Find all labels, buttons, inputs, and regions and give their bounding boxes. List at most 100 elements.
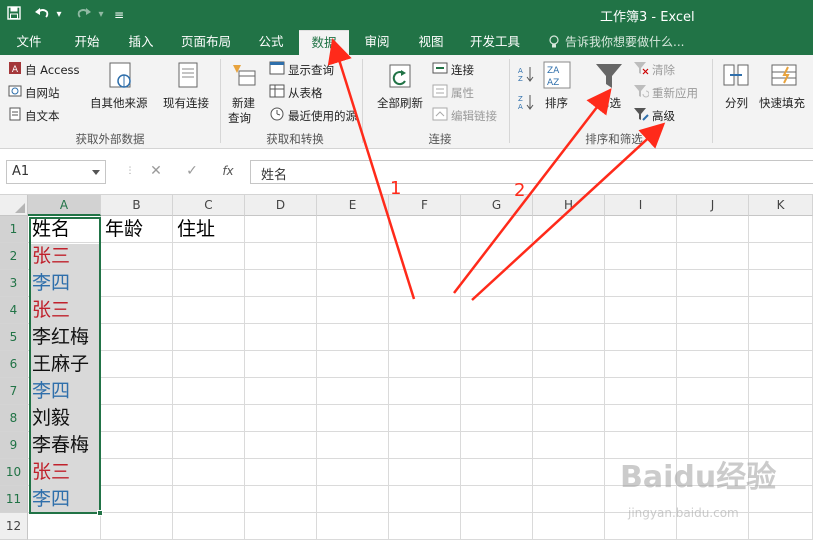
svg-text:Z: Z [518, 95, 523, 103]
tab-formulas[interactable]: 公式 [248, 30, 294, 55]
tab-home[interactable]: 开始 [64, 30, 110, 55]
advanced-filter-button[interactable]: 高级 [652, 108, 675, 124]
sort-ascending-icon[interactable]: AZ [517, 65, 535, 86]
group-label-connections: 连接 [428, 132, 452, 146]
clear-filter-icon [633, 61, 649, 78]
refresh-all-button[interactable]: 全部刷新 [377, 95, 423, 111]
grid-line [28, 377, 813, 378]
from-text-button[interactable]: 自文本 [25, 108, 60, 124]
tab-developer[interactable]: 开发工具 [464, 30, 526, 55]
column-header[interactable]: C [173, 195, 245, 216]
column-header[interactable]: B [101, 195, 173, 216]
chevron-down-icon[interactable] [92, 170, 100, 175]
redo-icon [74, 6, 94, 24]
web-icon [8, 84, 22, 101]
row-header[interactable]: 6 [0, 351, 28, 378]
row-header[interactable]: 5 [0, 324, 28, 351]
cancel-icon[interactable]: ✕ [146, 163, 166, 179]
new-query-icon [229, 61, 259, 94]
grid-line [604, 216, 605, 540]
grid-line [28, 350, 813, 351]
grid-line [28, 323, 813, 324]
header-cell[interactable]: 住址 [174, 216, 215, 243]
other-sources-button[interactable]: 自其他来源 [90, 95, 148, 111]
selection-range [29, 217, 101, 514]
from-table-button[interactable]: 从表格 [288, 85, 323, 101]
column-header[interactable]: A [28, 195, 101, 216]
undo-dropdown-icon[interactable]: ▾ [54, 6, 64, 24]
fill-handle[interactable] [97, 510, 103, 516]
formula-content: 姓名 [261, 168, 288, 183]
ribbon-tabs: 文件 开始 插入 页面布局 公式 数据 审阅 视图 开发工具 告诉我你想要做什么… [0, 30, 813, 55]
grid-line [28, 269, 813, 270]
group-label-sort-filter: 排序和筛选 [585, 132, 643, 146]
reapply-button: 重新应用 [652, 86, 698, 100]
ribbon-divider [712, 59, 713, 143]
grid-line [460, 216, 461, 540]
undo-icon[interactable] [32, 6, 52, 24]
show-queries-icon [269, 61, 285, 78]
from-web-button[interactable]: 自网站 [25, 85, 60, 101]
insert-function-icon[interactable]: fx [218, 164, 238, 178]
row-header[interactable]: 8 [0, 405, 28, 432]
filter-icon [594, 61, 624, 94]
column-header[interactable]: E [317, 195, 389, 216]
text-to-columns-button[interactable]: 分列 [725, 95, 748, 111]
column-header[interactable]: D [245, 195, 317, 216]
tab-data[interactable]: 数据 [299, 30, 349, 55]
ribbon-divider [362, 59, 363, 143]
access-icon: A [8, 61, 22, 78]
customize-icon[interactable]: ≡ [112, 6, 126, 24]
grid-line [28, 431, 813, 432]
tab-review[interactable]: 审阅 [354, 30, 400, 55]
row-header[interactable]: 9 [0, 432, 28, 459]
svg-text:Z: Z [518, 75, 523, 83]
column-header[interactable]: K [749, 195, 813, 216]
row-header[interactable]: 7 [0, 378, 28, 405]
row-header[interactable]: 10 [0, 459, 28, 486]
watermark-url: jingyan.baidu.com [628, 506, 739, 520]
row-header[interactable]: 1 [0, 216, 28, 243]
enter-icon[interactable]: ✓ [182, 163, 202, 179]
redo-dropdown-icon: ▾ [98, 9, 104, 20]
row-header[interactable]: 4 [0, 297, 28, 324]
tab-insert[interactable]: 插入 [118, 30, 164, 55]
grid-line [388, 216, 389, 540]
sort-descending-icon[interactable]: ZA [517, 93, 535, 114]
header-cell[interactable]: 年龄 [102, 216, 143, 243]
row-header[interactable]: 3 [0, 270, 28, 297]
existing-connections-icon [176, 61, 202, 94]
new-query-button[interactable]: 新建 [232, 95, 255, 111]
group-label-get-external: 获取外部数据 [75, 132, 145, 146]
formula-bar: A1 ⋮ ✕ ✓ fx 姓名 [0, 149, 813, 195]
select-all-corner[interactable] [0, 195, 28, 216]
reapply-icon [633, 84, 650, 101]
tab-page-layout[interactable]: 页面布局 [174, 30, 238, 55]
recent-sources-button[interactable]: 最近使用的源 [288, 108, 360, 124]
existing-connections-button[interactable]: 现有连接 [163, 95, 209, 111]
flash-fill-button[interactable]: 快速填充 [759, 95, 805, 111]
sort-button[interactable]: 排序 [545, 95, 568, 111]
tell-me-input[interactable]: 告诉我你想要做什么... [565, 30, 695, 55]
column-header[interactable]: H [533, 195, 605, 216]
show-queries-button[interactable]: 显示查询 [288, 62, 334, 78]
svg-text:A: A [518, 67, 523, 75]
filter-button[interactable]: 筛选 [598, 95, 621, 111]
from-access-button[interactable]: 自 Access [25, 62, 80, 78]
row-header[interactable]: 2 [0, 243, 28, 270]
name-box[interactable]: A1 [6, 160, 106, 184]
tab-view[interactable]: 视图 [408, 30, 454, 55]
formula-input[interactable]: 姓名 [250, 160, 813, 184]
row-header[interactable]: 12 [0, 513, 28, 540]
recent-sources-icon [269, 107, 285, 124]
column-header[interactable]: I [605, 195, 677, 216]
grid-line [532, 216, 533, 540]
save-icon[interactable] [4, 6, 24, 24]
column-header[interactable]: J [677, 195, 749, 216]
new-query-label-2: 查询 [228, 111, 251, 125]
ribbon-divider [509, 59, 510, 143]
ribbon-divider [220, 59, 221, 143]
row-header[interactable]: 11 [0, 486, 28, 513]
connections-button[interactable]: 连接 [451, 62, 474, 78]
tab-file[interactable]: 文件 [6, 30, 52, 55]
